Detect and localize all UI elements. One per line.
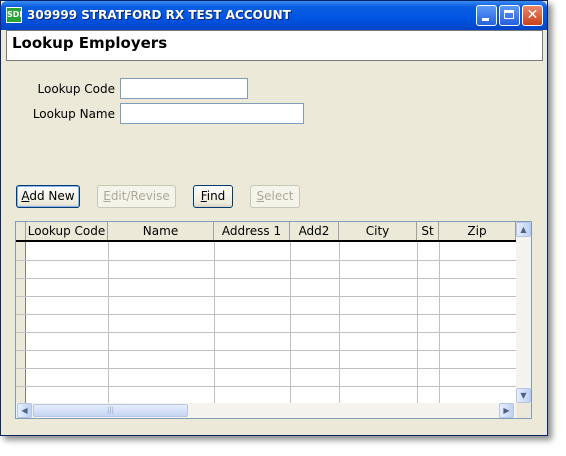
lookup-code-input[interactable]	[120, 78, 248, 99]
grid-row-line	[16, 296, 516, 297]
column-header-zip[interactable]: Zip	[439, 222, 516, 240]
row-selector-column[interactable]	[16, 242, 26, 403]
arrow-right-icon[interactable]: ▶	[499, 403, 514, 418]
lookup-name-input[interactable]	[120, 103, 304, 124]
window-title: 309999 STRATFORD RX TEST ACCOUNT	[27, 8, 291, 22]
page-title: Lookup Employers	[12, 34, 168, 52]
column-header-name[interactable]: Name	[108, 222, 214, 240]
column-header-st[interactable]: St	[417, 222, 439, 240]
title-bar[interactable]: SDI 309999 STRATFORD RX TEST ACCOUNT ✕	[1, 1, 547, 30]
minimize-icon	[482, 18, 489, 21]
find-label: ind	[206, 189, 226, 203]
grid-column-line	[108, 242, 109, 403]
horizontal-scrollbar[interactable]: ◀ ||| ▶	[16, 403, 516, 418]
select-label: elect	[264, 189, 294, 203]
horizontal-scroll-thumb[interactable]: |||	[33, 404, 188, 417]
find-button[interactable]: Find	[193, 185, 233, 208]
select-button[interactable]: Select	[250, 185, 300, 208]
minimize-button[interactable]	[476, 5, 497, 26]
employers-grid[interactable]: Lookup Code Name Address 1 Add2 City St …	[15, 221, 532, 419]
column-header-address-1[interactable]: Address 1	[214, 222, 290, 240]
column-header-lookup-code[interactable]: Lookup Code	[26, 222, 108, 240]
grid-row-line	[16, 368, 516, 369]
column-header-city[interactable]: City	[339, 222, 417, 240]
add-new-label: dd New	[29, 189, 75, 203]
grid-column-line	[417, 242, 418, 403]
lookup-name-label: Lookup Name	[32, 107, 115, 121]
grid-row-line	[16, 332, 516, 333]
header-panel: Lookup Employers	[6, 30, 543, 61]
grid-row-line	[16, 314, 516, 315]
lookup-code-label: Lookup Code	[37, 82, 116, 96]
grid-column-line	[339, 242, 340, 403]
grid-header: Lookup Code Name Address 1 Add2 City St …	[16, 222, 516, 242]
maximize-button[interactable]	[499, 5, 520, 26]
edit-revise-accesskey: E	[103, 189, 111, 203]
grid-row-line	[16, 350, 516, 351]
edit-revise-label: dit/Revise	[110, 189, 170, 203]
arrow-up-icon[interactable]: ▲	[516, 222, 531, 237]
maximize-icon	[504, 10, 514, 19]
select-accesskey: S	[256, 189, 265, 203]
lookup-employers-window: SDI 309999 STRATFORD RX TEST ACCOUNT ✕ L…	[0, 0, 548, 436]
close-icon: ✕	[526, 7, 539, 23]
grid-row-line	[16, 278, 516, 279]
close-button[interactable]: ✕	[522, 5, 543, 26]
add-new-button[interactable]: Add New	[16, 185, 80, 208]
arrow-left-icon[interactable]: ◀	[17, 403, 32, 418]
grid-row-line	[16, 386, 516, 387]
row-selector-header	[16, 222, 26, 240]
grid-column-line	[290, 242, 291, 403]
arrow-down-icon[interactable]: ▼	[516, 388, 531, 403]
vertical-scrollbar[interactable]: ▲ ▼	[516, 222, 531, 403]
scrollbar-corner	[516, 403, 531, 418]
grid-row-line	[16, 260, 516, 261]
grid-column-line	[214, 242, 215, 403]
grid-column-line	[439, 242, 440, 403]
column-header-add2[interactable]: Add2	[290, 222, 339, 240]
app-icon: SDI	[6, 7, 22, 23]
edit-revise-button[interactable]: Edit/Revise	[97, 185, 176, 208]
